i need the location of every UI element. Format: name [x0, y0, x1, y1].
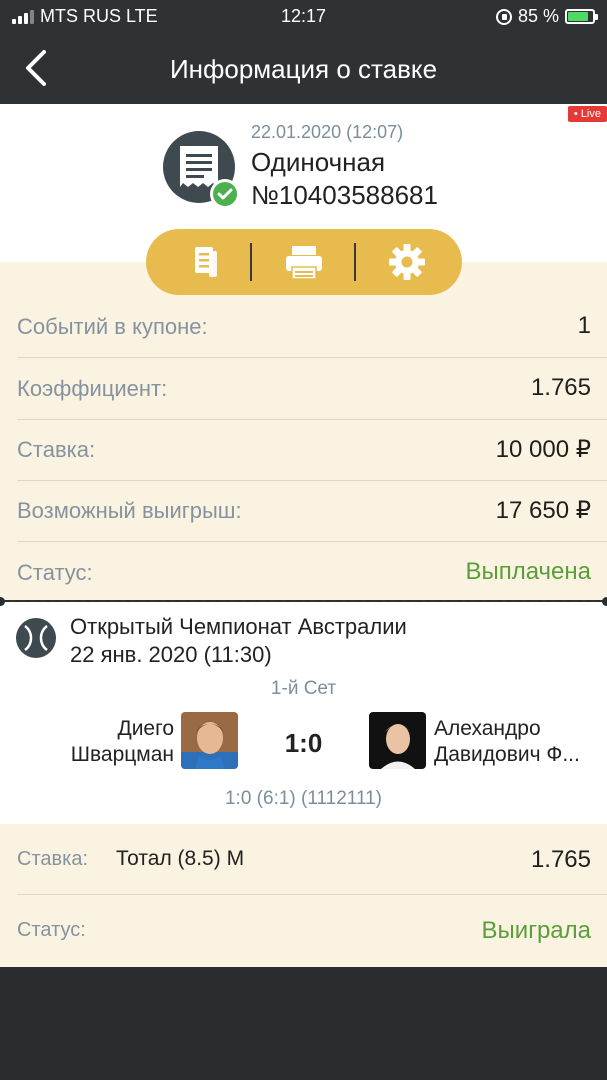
- team2-name: Алехандро Давидович Ф...: [434, 716, 604, 768]
- status-bar: MTS RUS LTE 12:17 85 %: [0, 0, 607, 34]
- events-count-label: Событий в купоне:: [17, 314, 208, 339]
- coefficient-row: Коэффициент: 1.765: [0, 358, 607, 420]
- status-right: 85 %: [495, 6, 598, 27]
- possible-win-value: 17 650 ₽: [495, 497, 591, 524]
- bet-summary: Событий в купоне: 1 Коэффициент: 1.765 С…: [0, 262, 607, 600]
- copy-button[interactable]: [160, 229, 250, 295]
- print-button[interactable]: [259, 229, 349, 295]
- events-count-row: Событий в купоне: 1: [0, 296, 607, 358]
- action-divider: [250, 243, 252, 281]
- bet-type: Одиночная: [251, 147, 386, 177]
- bet-status-value: Выиграла: [481, 917, 591, 944]
- team2-avatar: [369, 712, 426, 769]
- gear-icon: [389, 244, 425, 280]
- document-icon: [195, 247, 217, 277]
- nav-bar: Информация о ставке: [0, 34, 607, 104]
- live-badge: • Live: [567, 106, 607, 122]
- team2-last-name: Давидович Ф...: [434, 743, 580, 766]
- bet-detail: Ставка: Тотал (8.5) М 1.765 Статус: Выиг…: [0, 824, 607, 967]
- bet-pick: Тотал (8.5) М: [116, 847, 245, 870]
- rotation-lock-icon: [495, 8, 512, 25]
- tear-notch-right: [602, 597, 607, 606]
- possible-win-row: Возможный выигрыш: 17 650 ₽: [0, 480, 607, 542]
- tear-line: [0, 600, 607, 602]
- event-period: 1-й Сет: [270, 678, 337, 699]
- bet-pick-row: Ставка: Тотал (8.5) М 1.765: [0, 824, 607, 895]
- tennis-ball-icon: [16, 618, 56, 658]
- status-row: Статус: Выплачена: [0, 542, 607, 604]
- score-detail: 1:0 (6:1) (1112111): [224, 788, 383, 809]
- settings-button[interactable]: [362, 229, 452, 295]
- coefficient-label: Коэффициент:: [17, 376, 168, 401]
- check-circle-icon: [210, 179, 240, 209]
- event-date: 22 янв. 2020 (11:30): [70, 642, 272, 667]
- stake-label: Ставка:: [17, 437, 96, 462]
- status-value: Выплачена: [465, 558, 591, 585]
- battery-percent: 85 %: [517, 6, 559, 26]
- page-title: Информация о ставке: [169, 54, 438, 84]
- events-count-value: 1: [577, 312, 591, 339]
- action-divider: [354, 243, 356, 281]
- stake-row: Ставка: 10 000 ₽: [0, 419, 607, 481]
- battery-icon: [565, 9, 598, 24]
- bet-number: №10403588681: [251, 180, 438, 210]
- coefficient-value: 1.765: [530, 374, 591, 401]
- bet-status-label: Статус:: [17, 919, 86, 941]
- event-card[interactable]: Открытый Чемпионат Австралии 22 янв. 202…: [0, 602, 607, 824]
- printer-icon: [286, 246, 322, 280]
- action-bar: [146, 229, 462, 295]
- bet-coefficient: 1.765: [530, 846, 591, 873]
- bet-stake-label: Ставка:: [17, 848, 88, 870]
- team2-first-name: Алехандро: [434, 717, 541, 740]
- status-label: Статус:: [17, 560, 93, 585]
- bet-date: 22.01.2020 (12:07): [251, 122, 404, 142]
- stake-value: 10 000 ₽: [495, 436, 591, 463]
- possible-win-label: Возможный выигрыш:: [17, 498, 242, 523]
- bet-status-row: Статус: Выиграла: [0, 895, 607, 966]
- tournament-name: Открытый Чемпионат Австралии: [70, 614, 407, 639]
